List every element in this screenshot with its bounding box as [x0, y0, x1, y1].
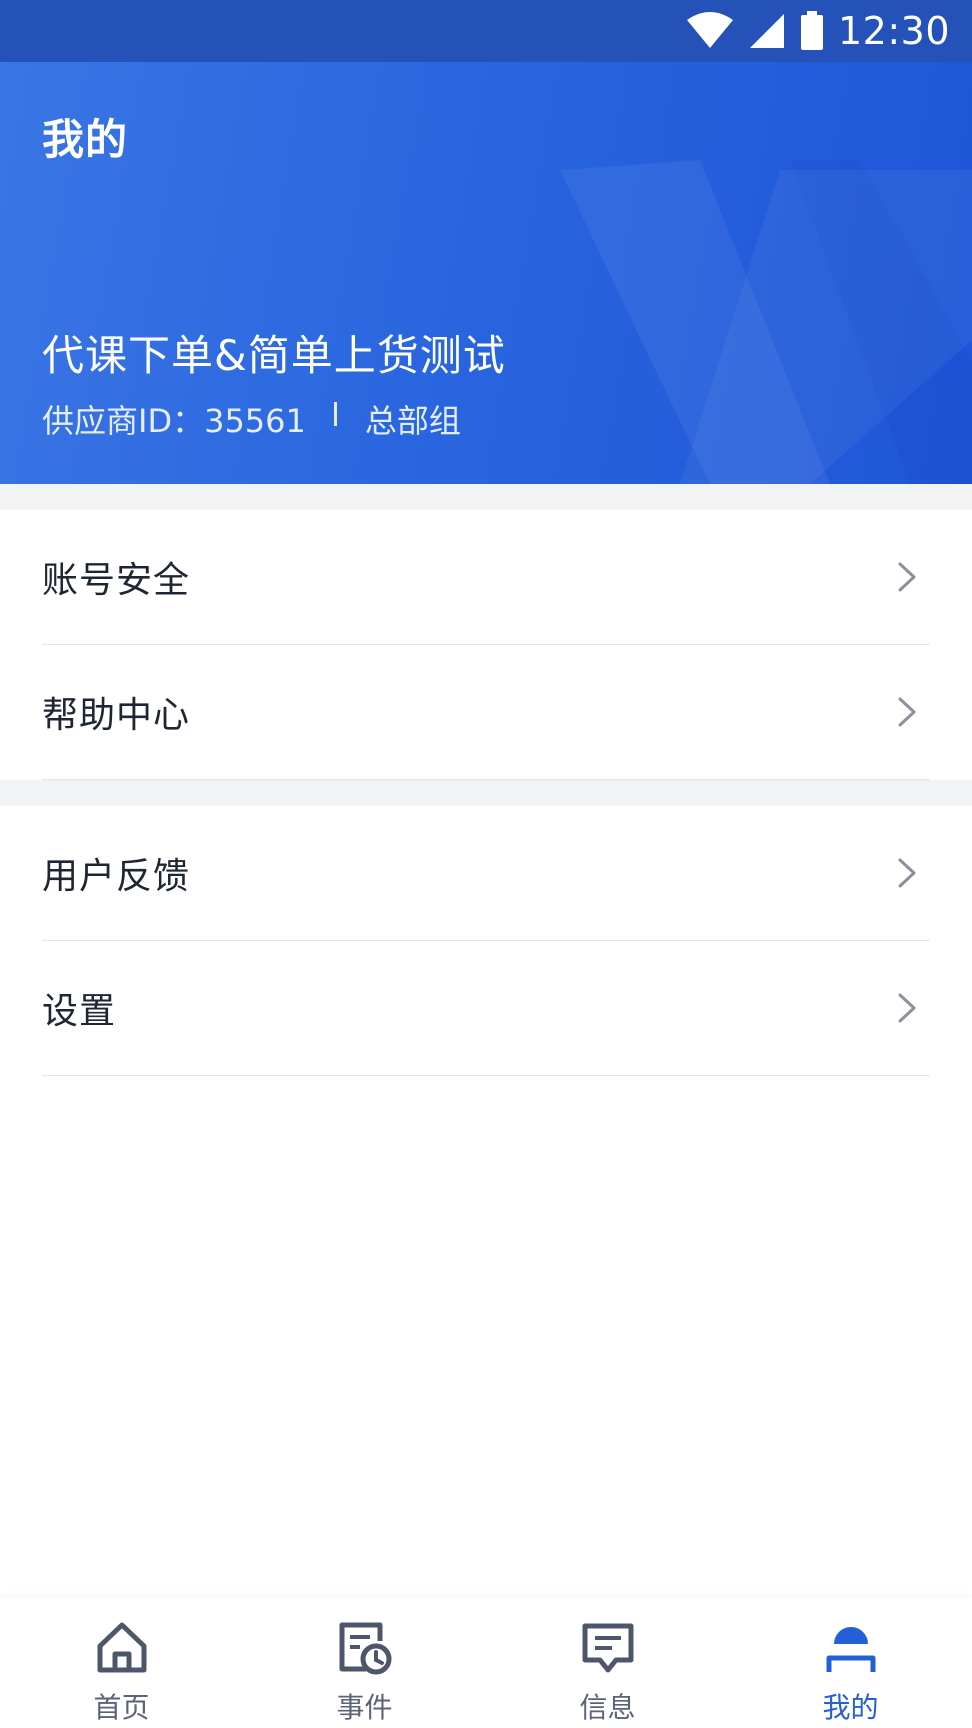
account-group: 总部组 [364, 402, 461, 440]
status-time: 12:30 [837, 9, 950, 53]
section-divider [0, 484, 972, 510]
profile-header: 12:30 我的 代课下单&简单上货测试 供应商ID：35561 总部组 [0, 0, 972, 484]
bottom-nav: 首页 事件 信息 我的 [0, 1598, 972, 1728]
menu-item-account-security[interactable]: 账号安全 [42, 510, 930, 645]
nav-item-home[interactable]: 首页 [0, 1598, 243, 1728]
nav-item-profile[interactable]: 我的 [729, 1598, 972, 1728]
wifi-icon [686, 12, 734, 50]
supplier-id: 供应商ID：35561 [42, 402, 306, 440]
nav-label: 我的 [822, 1691, 879, 1724]
account-name: 代课下单&简单上货测试 [42, 331, 506, 380]
menu-item-user-feedback[interactable]: 用户反馈 [42, 806, 930, 941]
home-icon [92, 1618, 152, 1678]
menu-item-label: 用户反馈 [42, 856, 191, 897]
nav-label: 信息 [579, 1691, 636, 1724]
profile-icon [821, 1618, 881, 1678]
chevron-right-icon [892, 991, 922, 1025]
chevron-right-icon [892, 560, 922, 594]
nav-label: 首页 [93, 1691, 150, 1724]
menu-item-label: 设置 [42, 991, 117, 1032]
cellular-signal-icon [748, 12, 786, 50]
event-clock-icon [335, 1618, 395, 1678]
message-icon [578, 1618, 638, 1678]
nav-item-messages[interactable]: 信息 [486, 1598, 729, 1728]
menu-item-label: 帮助中心 [42, 695, 191, 736]
menu-group-2: 用户反馈 设置 [0, 806, 972, 1076]
meta-divider [333, 402, 337, 426]
menu-group-1: 账号安全 帮助中心 [0, 510, 972, 780]
header-decor-shape [560, 160, 972, 484]
menu-item-settings[interactable]: 设置 [42, 941, 930, 1076]
section-divider [0, 780, 972, 806]
menu-item-label: 账号安全 [42, 560, 191, 601]
page-title: 我的 [42, 115, 129, 164]
status-bar: 12:30 [0, 0, 972, 62]
nav-item-events[interactable]: 事件 [243, 1598, 486, 1728]
chevron-right-icon [892, 695, 922, 729]
status-icons: 12:30 [686, 0, 950, 62]
account-meta: 供应商ID：35561 总部组 [42, 396, 461, 442]
menu-item-help-center[interactable]: 帮助中心 [42, 645, 930, 780]
battery-icon [800, 11, 824, 51]
chevron-right-icon [892, 856, 922, 890]
nav-label: 事件 [336, 1691, 393, 1724]
